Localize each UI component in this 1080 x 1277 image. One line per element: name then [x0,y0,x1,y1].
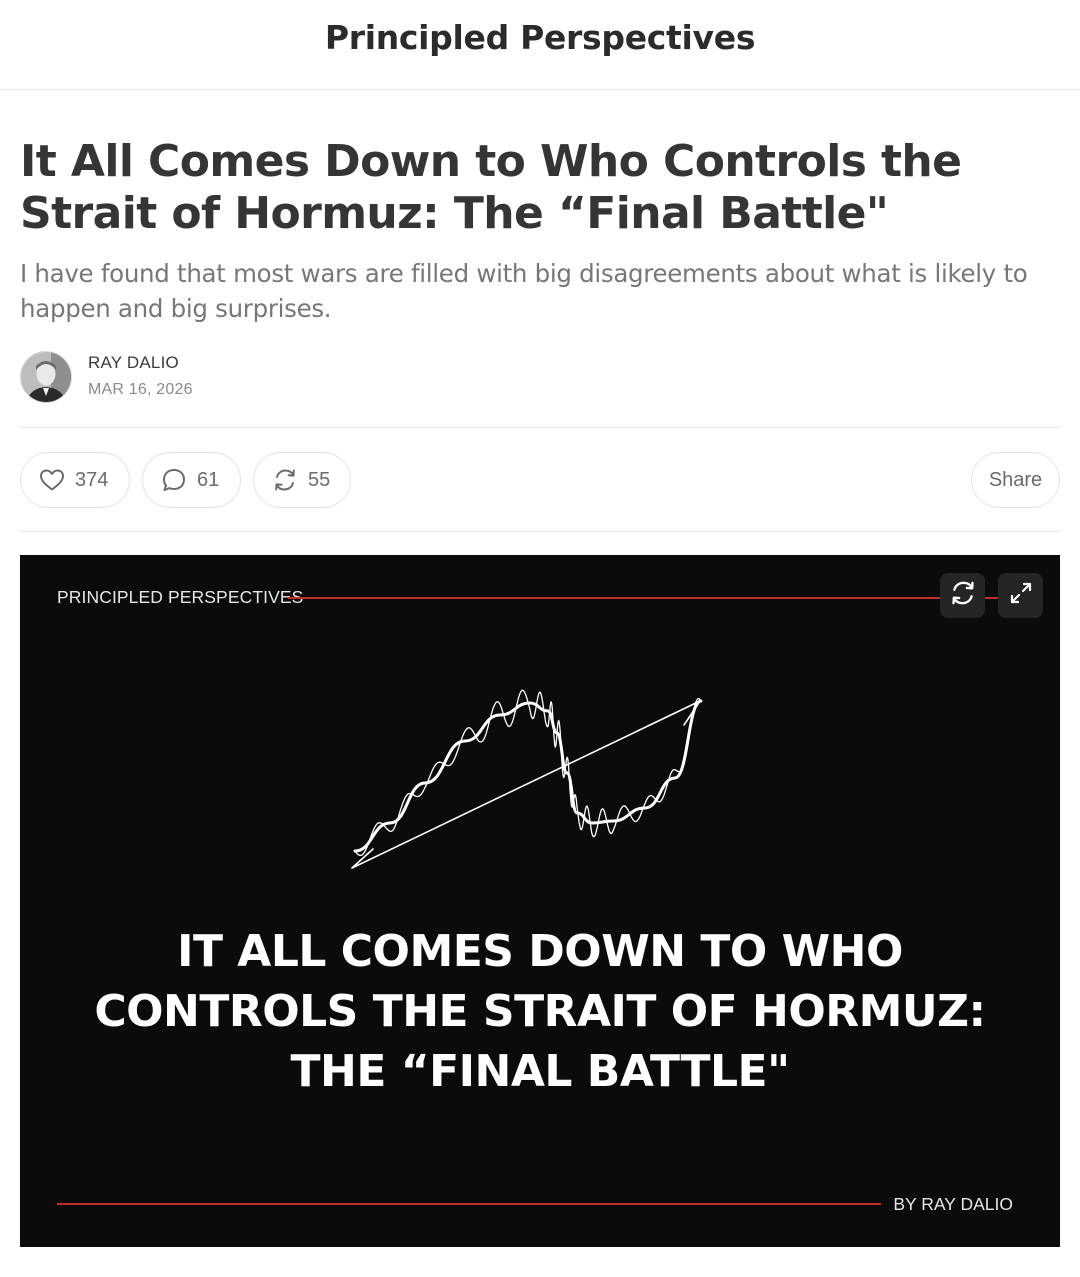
divider-top [20,427,1060,428]
refresh-icon [949,579,977,612]
hero-brand: PRINCIPLED PERSPECTIVES [57,587,304,607]
author-portrait-icon [21,352,71,402]
hero-wave-illustration [351,689,703,869]
hero-headline-line: IT ALL COMES DOWN TO WHO [177,926,903,977]
hero-headline-line: THE “FINAL BATTLE" [290,1046,790,1097]
author-avatar[interactable] [20,351,72,403]
post-title: It All Comes Down to Who Controls the St… [20,136,962,239]
hero-image[interactable]: PRINCIPLED PERSPECTIVES IT ALL COMES DOW… [20,555,1060,1247]
share-button[interactable]: Share [971,452,1060,508]
restack-icon [272,467,298,493]
like-count: 374 [75,468,109,491]
speech-bubble-icon [161,467,187,493]
post-date: MAR 16, 2026 [88,381,193,398]
hero-byline: BY RAY DALIO [893,1194,1013,1214]
comment-button[interactable]: 61 [142,452,241,508]
author-name[interactable]: RAY DALIO [88,353,179,373]
divider-bottom [20,531,1060,532]
restack-count: 55 [308,468,331,491]
like-button[interactable]: 374 [20,452,130,508]
publication-header: Principled Perspectives [0,0,1080,90]
refresh-button[interactable] [940,573,985,618]
hero-top-rule [288,597,998,599]
expand-icon [1008,580,1034,611]
post-subtitle: I have found that most wars are filled w… [20,259,1028,323]
restack-button[interactable]: 55 [253,452,351,508]
heart-icon [39,468,65,492]
hero-bottom-rule [57,1203,881,1205]
share-label: Share [988,468,1043,491]
publication-name[interactable]: Principled Perspectives [325,18,756,57]
author-byline: RAY DALIO MAR 16, 2026 [20,350,420,404]
hero-headline: IT ALL COMES DOWN TO WHO CONTROLS THE ST… [20,922,1060,1102]
post-actions: 374 61 55 Share [20,452,1060,508]
expand-button[interactable] [998,573,1043,618]
comment-count: 61 [197,468,220,491]
hero-headline-line: CONTROLS THE STRAIT OF HORMUZ: [94,986,986,1037]
